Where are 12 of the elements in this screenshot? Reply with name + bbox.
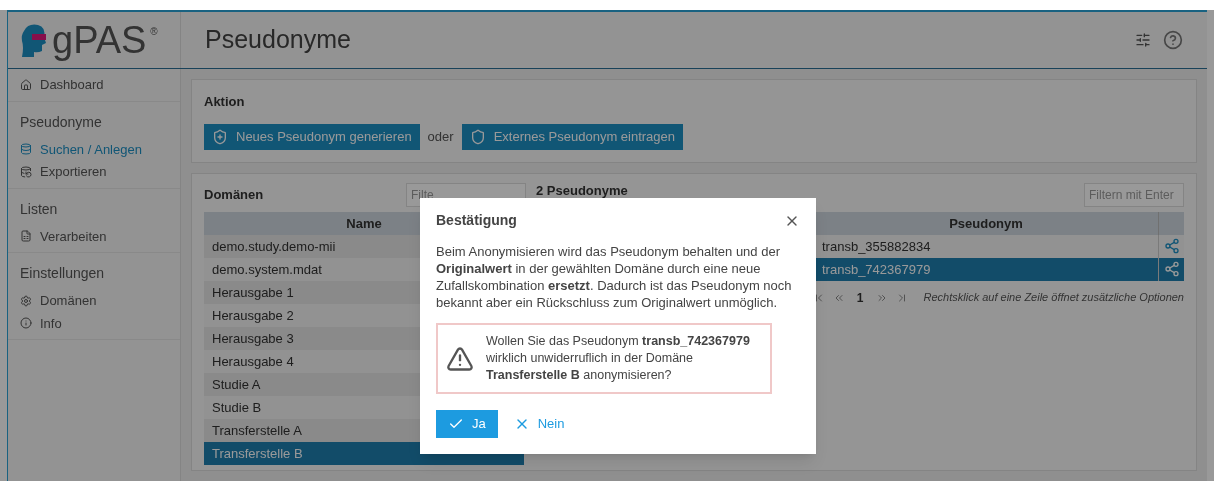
panel-title: 2 Pseudonyme	[536, 181, 628, 200]
or-label: oder	[427, 127, 454, 146]
section-heading: Listen	[20, 199, 59, 219]
page-title: Pseudonyme	[205, 24, 351, 56]
hint-text: Rechtsklick auf eine Zeile öffnet zusätzliche Optionen	[923, 290, 1184, 306]
section-heading: Pseudonyme	[20, 112, 103, 132]
app-logo: gPAS	[52, 21, 147, 59]
section-heading: Einstellungen	[20, 264, 106, 283]
panel-title: Domänen	[204, 185, 264, 204]
dialog-title: Bestätigung	[436, 211, 517, 230]
registered-mark: ®	[150, 25, 158, 39]
panel-title: Aktion	[204, 93, 246, 111]
